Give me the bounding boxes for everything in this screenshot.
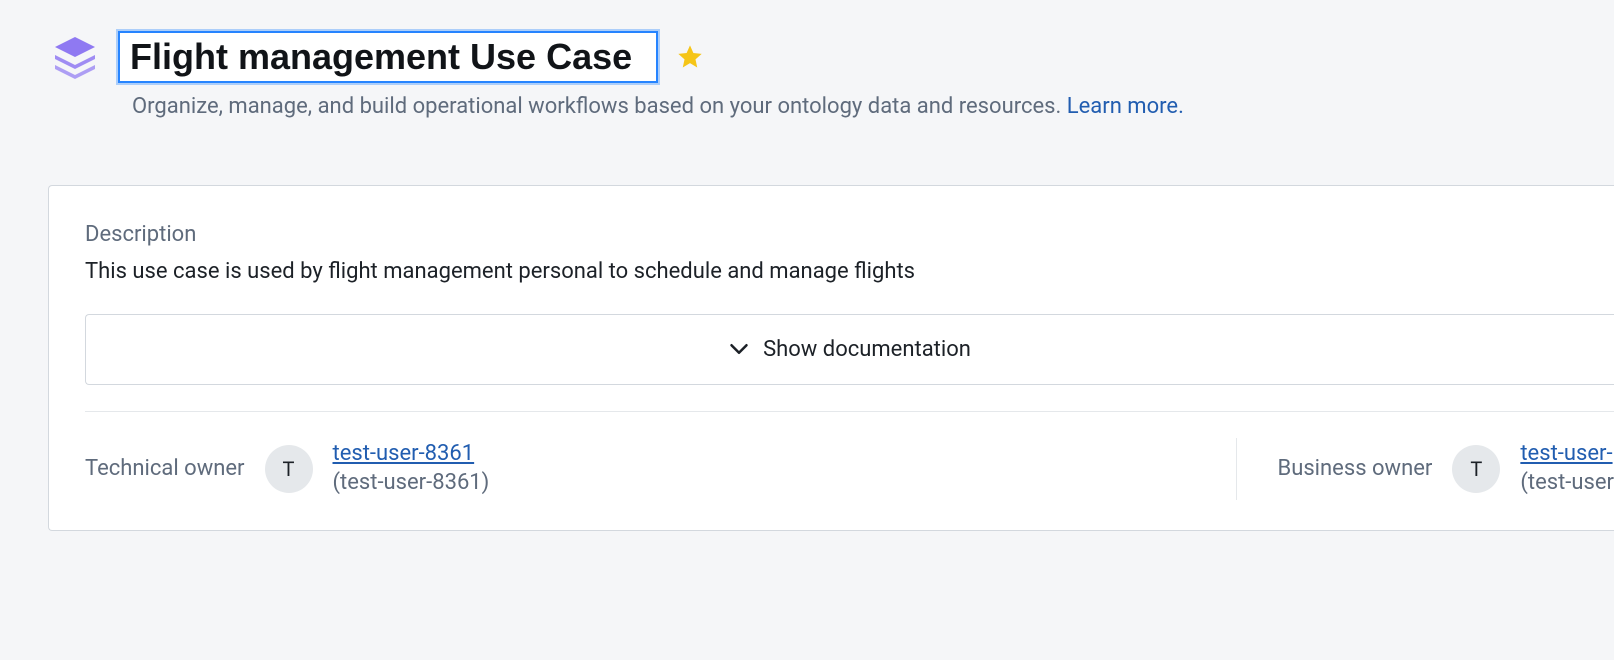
vertical-separator — [1236, 438, 1237, 500]
title-input[interactable] — [118, 31, 658, 82]
learn-more-link[interactable]: Learn more. — [1067, 94, 1184, 119]
technical-owner-name[interactable]: test-user-8361 — [333, 440, 490, 469]
business-owner-avatar[interactable]: T — [1452, 445, 1500, 493]
details-card: Description This use case is used by fli… — [48, 185, 1614, 531]
show-documentation-label: Show documentation — [763, 337, 971, 362]
show-documentation-toggle[interactable]: Show documentation — [85, 314, 1614, 385]
technical-owner-handle: (test-user-8361) — [333, 469, 490, 498]
business-owner-label: Business owner — [1277, 456, 1432, 481]
chevron-down-icon — [729, 339, 749, 359]
use-case-icon — [48, 30, 102, 84]
description-text: This use case is used by flight manageme… — [85, 259, 1614, 284]
favorite-button[interactable] — [674, 41, 706, 73]
business-owner-name[interactable]: test-user- — [1520, 440, 1614, 469]
technical-owner-label: Technical owner — [85, 456, 245, 481]
description-label: Description — [85, 222, 1614, 247]
technical-owner-avatar[interactable]: T — [265, 445, 313, 493]
business-owner-block: Business owner T test-user- (test-user — [1277, 440, 1614, 497]
technical-owner-block: Technical owner T test-user-8361 (test-u… — [85, 440, 489, 497]
business-owner-handle: (test-user — [1520, 469, 1614, 498]
star-icon — [676, 43, 704, 71]
subtitle-text: Organize, manage, and build operational … — [132, 94, 1067, 119]
